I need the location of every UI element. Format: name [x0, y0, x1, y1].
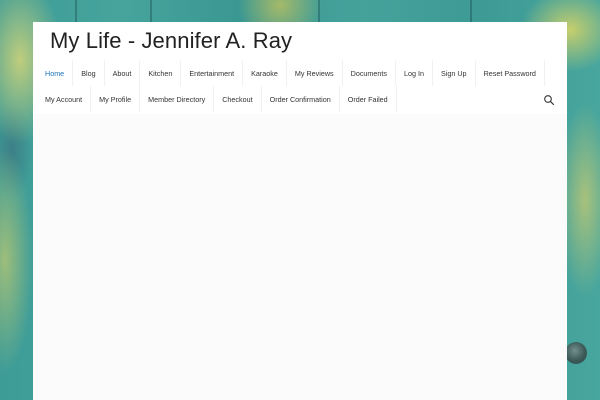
- nav-item-member-directory[interactable]: Member Directory: [140, 86, 215, 112]
- nav-item-karaoke[interactable]: Karaoke: [243, 60, 287, 86]
- site-title[interactable]: My Life - Jennifer A. Ray: [50, 28, 292, 54]
- nav-item-reset-password[interactable]: Reset Password: [476, 60, 545, 86]
- nav-item-blog[interactable]: Blog: [73, 60, 105, 86]
- nav-item-about[interactable]: About: [105, 60, 141, 86]
- nav-item-my-profile[interactable]: My Profile: [91, 86, 141, 112]
- nav-item-entertainment[interactable]: Entertainment: [181, 60, 244, 86]
- nav-item-my-account[interactable]: My Account: [33, 86, 92, 112]
- page-container: My Life - Jennifer A. Ray Home Blog Abou…: [33, 22, 567, 400]
- bolt-decoration: [565, 342, 587, 364]
- nav-row-secondary: My Account My Profile Member Directory C…: [33, 86, 567, 112]
- search-button[interactable]: [543, 93, 555, 106]
- nav-item-my-reviews[interactable]: My Reviews: [287, 60, 343, 86]
- main-content-area: [33, 114, 567, 400]
- nav-item-documents[interactable]: Documents: [343, 60, 396, 86]
- nav-row-primary: Home Blog About Kitchen Entertainment Ka…: [33, 60, 567, 86]
- nav-item-kitchen[interactable]: Kitchen: [140, 60, 182, 86]
- nav-item-checkout[interactable]: Checkout: [214, 86, 262, 112]
- nav-item-log-in[interactable]: Log In: [396, 60, 433, 86]
- nav-item-home[interactable]: Home: [33, 60, 74, 86]
- main-navigation: Home Blog About Kitchen Entertainment Ka…: [33, 60, 567, 112]
- nav-item-sign-up[interactable]: Sign Up: [433, 60, 476, 86]
- search-icon: [544, 95, 555, 106]
- nav-item-order-confirmation[interactable]: Order Confirmation: [262, 86, 340, 112]
- nav-item-order-failed[interactable]: Order Failed: [340, 86, 397, 112]
